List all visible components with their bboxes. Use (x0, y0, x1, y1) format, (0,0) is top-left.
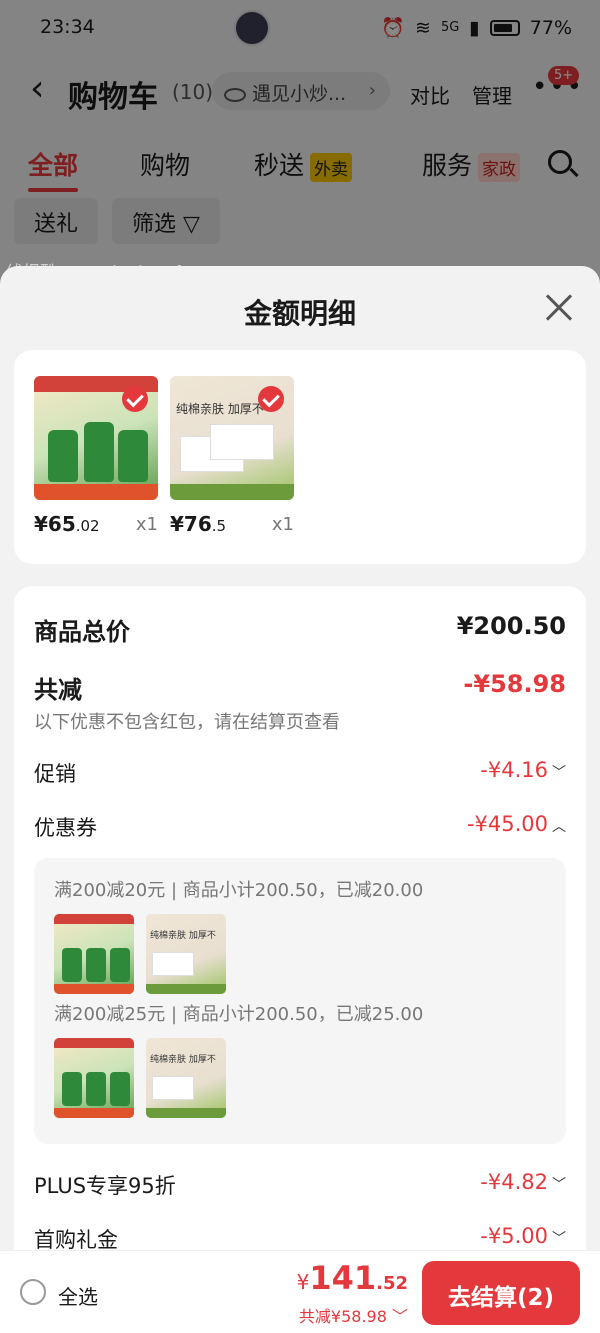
total-label: 商品总价 (34, 618, 130, 646)
checkout-bar: 全选 ¥141.52 共减¥58.98 ﹀ 去结算(2) (0, 1250, 600, 1333)
laundry-thumbnail (54, 1038, 134, 1118)
first-purchase-value: -¥5.00 ﹀ (480, 1224, 566, 1248)
amount-detail-sheet: 金额明细 ¥65.02 x1 纯棉亲肤 加厚不 ¥76.5 x1 商品总价 ¥2… (0, 266, 600, 1333)
product-item[interactable]: 纯棉亲肤 加厚不 ¥76.5 x1 (170, 376, 294, 536)
reduce-label: 共减 (34, 676, 82, 704)
coupon-line: 满200减25元 | 商品小计200.50，已减25.00 (54, 1004, 424, 1025)
product-price: ¥76.5 (170, 512, 227, 536)
product-item[interactable]: ¥65.02 x1 (34, 376, 158, 536)
plus-label: PLUS专享95折 (34, 1174, 176, 1198)
coupon-value: -¥45.00 ︿ (466, 812, 566, 836)
chevron-down-icon: ﹀ (552, 1177, 566, 1193)
chevron-down-icon: ﹀ (552, 1231, 566, 1247)
laundry-thumbnail (54, 914, 134, 994)
checkmark-icon (258, 386, 284, 412)
price-breakdown-card: 商品总价 ¥200.50 共减 -¥58.98 以下优惠不包含红包，请在结算页查… (14, 586, 586, 1333)
chevron-up-icon: ︿ (552, 819, 566, 835)
sheet-title: 金额明细 (243, 297, 356, 330)
chevron-down-icon: ﹀ (552, 765, 566, 781)
coupon-detail-box: 满200减20元 | 商品小计200.50，已减20.00 纯棉亲肤 加厚不 满… (34, 858, 566, 1144)
tissue-thumbnail: 纯棉亲肤 加厚不 (146, 1038, 226, 1118)
close-icon[interactable] (544, 294, 572, 322)
coupon-line: 满200减20元 | 商品小计200.50，已减20.00 (54, 880, 424, 901)
promo-value: -¥4.16 ﹀ (480, 758, 566, 782)
reduce-value: -¥58.98 (463, 670, 566, 698)
reduce-hint: 以下优惠不包含红包，请在结算页查看 (34, 712, 340, 733)
selected-products-card: ¥65.02 x1 纯棉亲肤 加厚不 ¥76.5 x1 (14, 350, 586, 564)
plus-value: -¥4.82 ﹀ (480, 1170, 566, 1194)
checkout-button[interactable]: 去结算(2) (422, 1261, 580, 1325)
saved-amount[interactable]: 共减¥58.98 ﹀ (299, 1303, 408, 1327)
checkmark-icon (122, 386, 148, 412)
total-value: ¥200.50 (456, 612, 566, 640)
select-all-label[interactable]: 全选 (58, 1281, 98, 1310)
coupon-label: 优惠券 (34, 816, 97, 840)
tissue-product-image: 纯棉亲肤 加厚不 (170, 376, 294, 500)
tissue-thumbnail: 纯棉亲肤 加厚不 (146, 914, 226, 994)
total-price: ¥141.52 (296, 1259, 408, 1297)
laundry-product-image (34, 376, 158, 500)
product-price: ¥65.02 (34, 512, 100, 536)
chevron-down-icon: ﹀ (391, 1307, 408, 1326)
product-quantity: x1 (271, 514, 294, 535)
select-all-radio[interactable] (20, 1279, 46, 1305)
promo-label: 促销 (34, 762, 76, 786)
product-quantity: x1 (135, 514, 158, 535)
